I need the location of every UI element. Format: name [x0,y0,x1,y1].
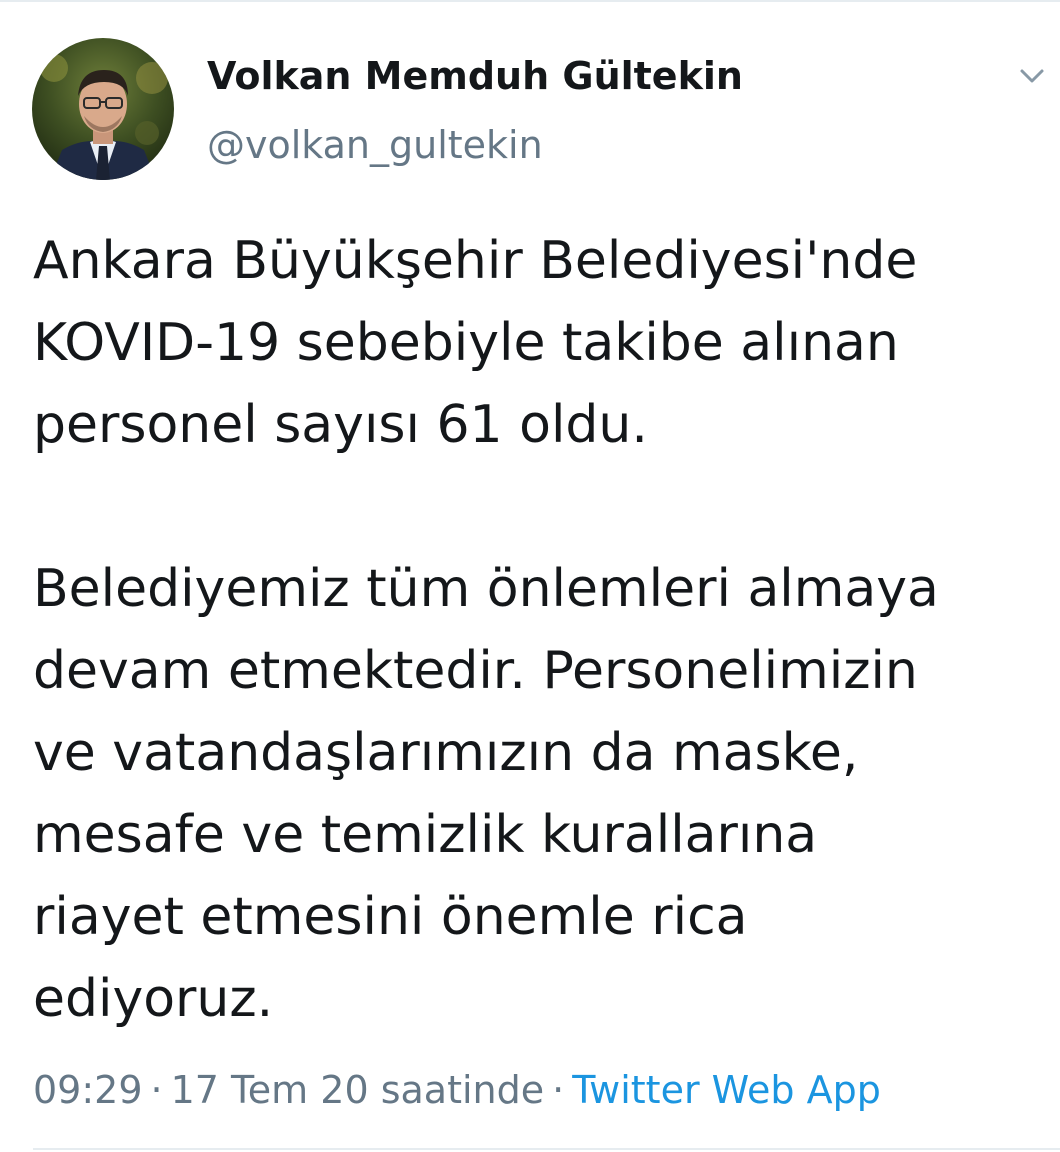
tweet-source-link[interactable]: Twitter Web App [572,1068,881,1112]
tweet-text: Ankara Büyükşehir Belediyesi'nde KOVID-1… [33,220,1043,1040]
meta-separator: · [150,1068,163,1112]
author-display-name[interactable]: Volkan Memduh Gültekin [207,52,743,100]
tweet-header: Volkan Memduh Gültekin @volkan_gultekin [0,0,1060,200]
author-handle[interactable]: @volkan_gultekin [207,121,543,169]
chevron-down-icon[interactable] [1014,62,1050,90]
tweet-paragraph: Ankara Büyükşehir Belediyesi'nde KOVID-1… [33,231,918,455]
tweet-time[interactable]: 09:29 [33,1068,143,1112]
avatar[interactable] [32,38,174,180]
tweet-paragraph: Belediyemiz tüm önlemleri almaya devam e… [33,559,939,1029]
tweet-meta: 09:29 · 17 Tem 20 saatinde · Twitter Web App [33,1062,881,1118]
meta-separator: · [552,1068,565,1112]
tweet-date[interactable]: 17 Tem 20 saatinde [171,1068,545,1112]
bottom-divider [33,1148,1060,1150]
avatar-image [32,38,174,180]
